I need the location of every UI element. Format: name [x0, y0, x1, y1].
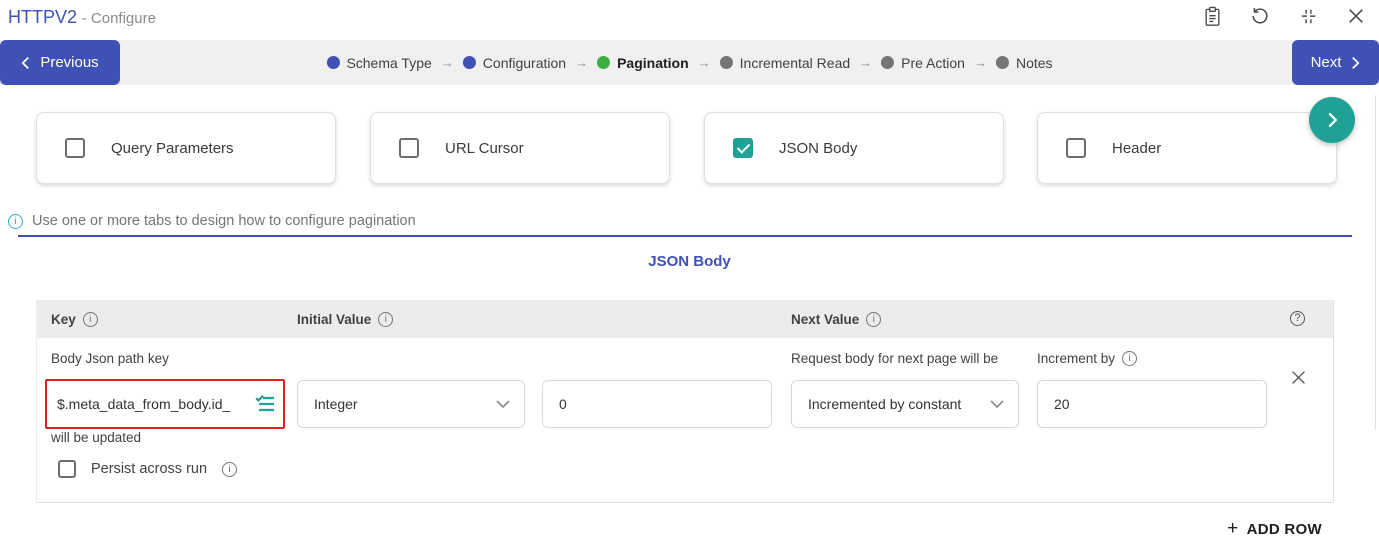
json-body-checkbox[interactable]: [733, 138, 753, 158]
pagination-hint: Use one or more tabs to design how to co…: [8, 213, 416, 229]
scroll-tabs-right-button[interactable]: [1309, 97, 1355, 143]
persist-checkbox[interactable]: [58, 460, 76, 478]
step-label: Configuration: [482, 54, 567, 71]
column-header-key: Key: [51, 300, 98, 338]
arrow-separator: →: [859, 55, 873, 70]
step-notes[interactable]: Notes: [995, 54, 1053, 71]
previous-button[interactable]: Previous: [0, 40, 120, 85]
chevron-down-icon: [496, 400, 510, 408]
tab-card-query-parameters[interactable]: Query Parameters: [36, 112, 336, 184]
help-icon[interactable]: [1290, 311, 1305, 326]
json-body-table: Key Initial Value Next Value Body Json p…: [36, 300, 1334, 503]
info-icon[interactable]: [222, 461, 238, 477]
persist-across-run-row: Persist across run: [58, 460, 238, 478]
step-label: Schema Type: [346, 54, 432, 71]
persist-label: Persist across run: [91, 461, 208, 477]
step-label: Pagination: [617, 54, 689, 71]
info-icon[interactable]: [82, 311, 98, 327]
wizard-stepper: Schema Type → Configuration → Pagination…: [326, 54, 1053, 71]
initial-value-input[interactable]: [543, 381, 771, 427]
wizard-toolbar: Previous Schema Type → Configuration → P…: [0, 40, 1379, 85]
chevron-right-icon: [1327, 112, 1337, 128]
column-label: Key: [51, 311, 76, 327]
hint-text: Use one or more tabs to design how to co…: [32, 213, 416, 229]
arrow-separator: →: [973, 55, 987, 70]
json-path-picker-icon[interactable]: [255, 395, 276, 413]
titlebar-actions: [1201, 5, 1367, 27]
next-label: Next: [1310, 54, 1342, 71]
titlebar: HTTPV2 - Configure: [0, 0, 1379, 38]
next-value-field-label: Request body for next page will be: [791, 351, 999, 366]
step-dot: [597, 56, 611, 69]
arrow-separator: →: [697, 55, 711, 70]
arrow-separator: →: [440, 55, 454, 70]
step-incremental-read[interactable]: Incremental Read: [719, 54, 851, 71]
column-header-next-value: Next Value: [791, 300, 882, 338]
dialog-subtitle: - Configure: [81, 10, 156, 27]
tab-label: Query Parameters: [111, 139, 234, 157]
step-schema-type[interactable]: Schema Type: [326, 54, 432, 71]
next-value-type-select[interactable]: Incremented by constant: [791, 380, 1019, 428]
step-configuration[interactable]: Configuration: [462, 54, 567, 71]
add-row-label: ADD ROW: [1246, 520, 1322, 538]
close-icon[interactable]: [1345, 5, 1367, 27]
selected-option: Incremented by constant: [808, 396, 962, 412]
tab-card-header[interactable]: Header: [1037, 112, 1337, 184]
section-title: JSON Body: [648, 253, 731, 270]
connector-name: HTTPV2: [8, 7, 78, 27]
key-field-label: Body Json path key: [51, 351, 169, 366]
table-header: Key Initial Value Next Value: [37, 300, 1333, 338]
increment-by-label: Increment by: [1037, 351, 1138, 366]
previous-label: Previous: [40, 54, 99, 71]
reset-icon[interactable]: [1249, 5, 1271, 27]
step-dot: [462, 56, 476, 69]
tab-label: Header: [1112, 139, 1162, 157]
step-dot: [995, 56, 1009, 69]
chevron-right-icon: [1352, 56, 1360, 69]
section-divider: [18, 235, 1352, 237]
increment-by-field: [1037, 380, 1267, 428]
label-text: Increment by: [1037, 351, 1116, 366]
arrow-separator: →: [575, 55, 589, 70]
key-field-suffix: will be updated: [51, 430, 142, 445]
info-icon[interactable]: [378, 311, 394, 327]
delete-row-icon[interactable]: [1287, 366, 1309, 388]
next-button[interactable]: Next: [1292, 40, 1379, 85]
step-dot: [881, 56, 895, 69]
tab-label: JSON Body: [779, 139, 858, 157]
increment-by-input[interactable]: [1038, 381, 1266, 427]
step-pre-action[interactable]: Pre Action: [881, 55, 965, 71]
step-label: Notes: [1015, 54, 1053, 71]
step-label: Incremental Read: [739, 54, 851, 71]
plus-icon: +: [1227, 518, 1239, 539]
step-pagination[interactable]: Pagination: [597, 55, 689, 71]
step-label: Pre Action: [901, 54, 965, 71]
collapse-icon[interactable]: [1297, 5, 1319, 27]
chevron-down-icon: [990, 400, 1004, 408]
query-parameters-checkbox[interactable]: [65, 138, 85, 158]
info-icon: [8, 213, 23, 229]
url-cursor-checkbox[interactable]: [399, 138, 419, 158]
column-header-initial-value: Initial Value: [297, 300, 394, 338]
info-icon[interactable]: [1122, 351, 1138, 366]
column-label: Initial Value: [297, 311, 372, 327]
header-checkbox[interactable]: [1066, 138, 1086, 158]
add-row-button[interactable]: + ADD ROW: [1227, 518, 1322, 540]
info-icon[interactable]: [866, 311, 882, 327]
clipboard-icon[interactable]: [1201, 5, 1223, 27]
step-dot: [326, 56, 340, 69]
tab-card-json-body[interactable]: JSON Body: [704, 112, 1004, 184]
key-input[interactable]: [47, 396, 253, 412]
column-label: Next Value: [791, 311, 860, 327]
tab-card-url-cursor[interactable]: URL Cursor: [370, 112, 670, 184]
chevron-left-icon: [21, 56, 30, 69]
tab-label: URL Cursor: [445, 139, 524, 157]
step-dot: [719, 56, 733, 69]
key-input-highlight: [45, 379, 285, 429]
dialog-title: HTTPV2 - Configure: [8, 7, 156, 28]
initial-value-type-select[interactable]: Integer: [297, 380, 525, 428]
initial-value-field: [542, 380, 772, 428]
selected-option: Integer: [314, 396, 358, 412]
